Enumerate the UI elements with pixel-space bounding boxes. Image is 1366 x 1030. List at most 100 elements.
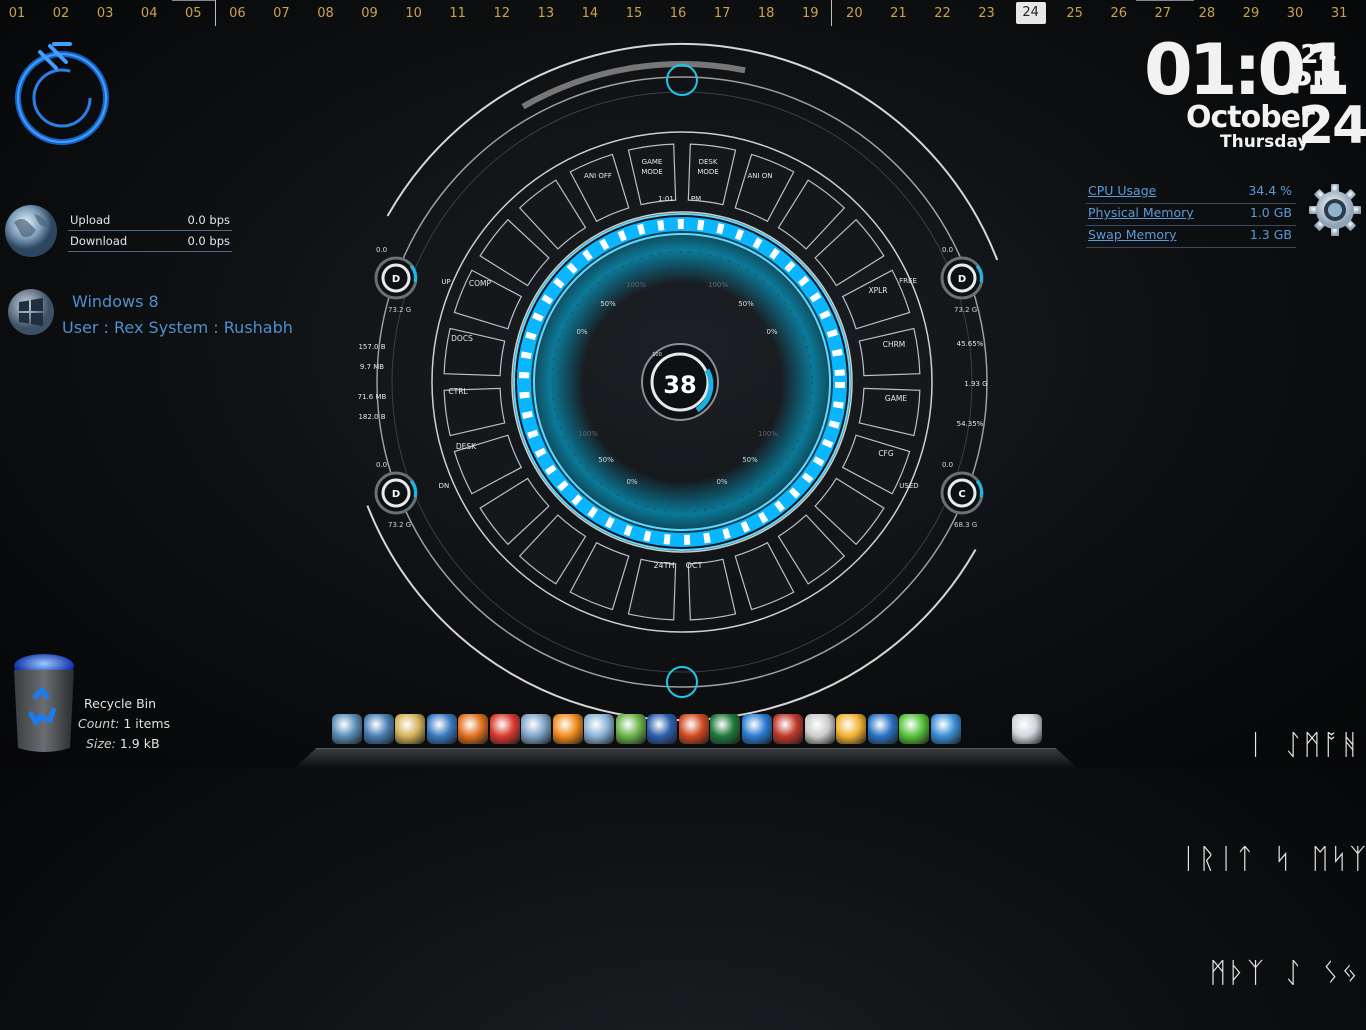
day-02[interactable]: 02 <box>46 6 76 21</box>
settings-icon[interactable] <box>930 714 961 744</box>
day-25[interactable]: 25 <box>1060 6 1090 21</box>
day-09[interactable]: 09 <box>355 6 385 21</box>
day-13[interactable]: 13 <box>531 6 561 21</box>
day-29[interactable]: 29 <box>1236 6 1266 21</box>
day-separator <box>831 0 832 26</box>
download-row: Download 0.0 bps <box>68 231 232 252</box>
day-08[interactable]: 08 <box>310 6 340 21</box>
hud-right-button[interactable]: CHRM <box>883 340 906 349</box>
day-19[interactable]: 19 <box>795 6 825 21</box>
hud-left-button[interactable]: DOCS <box>451 334 473 343</box>
clock-month: October <box>1186 100 1315 135</box>
gear-icon[interactable] <box>1308 183 1362 237</box>
hud-right-button[interactable]: GAME <box>885 394 907 403</box>
day-separator <box>215 0 216 26</box>
hud-segment[interactable] <box>814 477 885 546</box>
day-24[interactable]: 24 <box>1015 2 1046 24</box>
day-23[interactable]: 23 <box>972 6 1002 21</box>
hud-dial-label: 50% <box>738 300 754 308</box>
battery-icon[interactable] <box>899 714 929 744</box>
day-17[interactable]: 17 <box>707 6 737 21</box>
calendar-icon[interactable] <box>867 714 898 744</box>
hud-right-button[interactable]: XPLR <box>868 286 887 295</box>
firefox-icon[interactable] <box>458 714 488 744</box>
day-10[interactable]: 10 <box>399 6 429 21</box>
day-06[interactable]: 06 <box>222 6 252 21</box>
day-03[interactable]: 03 <box>90 6 120 21</box>
media-player-icon[interactable] <box>395 714 425 744</box>
hud-segment[interactable] <box>777 514 846 585</box>
hud-segment[interactable] <box>569 153 630 223</box>
windows-media-icon[interactable] <box>615 714 646 744</box>
vlc-icon[interactable] <box>552 714 583 744</box>
stat-value: 34.4 % <box>1248 183 1292 198</box>
hud-segment[interactable] <box>518 179 587 250</box>
weather-icon[interactable] <box>836 714 866 744</box>
download-label: Download <box>70 234 128 248</box>
hud-left-button[interactable]: CTRL <box>448 387 468 396</box>
day-27[interactable]: 27 <box>1148 6 1178 21</box>
hud-top-button[interactable]: ANI OFF <box>584 172 612 180</box>
network-monitor: Upload 0.0 bps Download 0.0 bps <box>68 210 232 252</box>
word-icon[interactable] <box>647 714 677 744</box>
powerpoint-icon[interactable] <box>678 714 709 744</box>
hud-top-button[interactable]: DESK <box>699 158 718 166</box>
computer-icon[interactable] <box>521 714 551 744</box>
excel-icon[interactable] <box>710 714 740 744</box>
hud-segment[interactable] <box>479 477 550 546</box>
hud-segment[interactable] <box>734 153 795 223</box>
day-22[interactable]: 22 <box>927 6 957 21</box>
day-12[interactable]: 12 <box>487 6 517 21</box>
hud-segment[interactable] <box>734 541 795 611</box>
day-30[interactable]: 30 <box>1280 6 1310 21</box>
day-14[interactable]: 14 <box>575 6 605 21</box>
chrome-icon[interactable] <box>489 714 520 744</box>
day-15[interactable]: 15 <box>619 6 649 21</box>
hud-segment[interactable] <box>777 179 846 250</box>
hud-segment[interactable] <box>479 218 550 287</box>
day-26[interactable]: 26 <box>1104 6 1134 21</box>
hud-segment[interactable] <box>518 514 587 585</box>
hud-right-stat: 54.35% <box>957 420 984 428</box>
day-21[interactable]: 21 <box>883 6 913 21</box>
hud-date-month: OCT <box>686 561 703 570</box>
hud-segment[interactable] <box>814 218 885 287</box>
day-16[interactable]: 16 <box>663 6 693 21</box>
hud-top-button[interactable]: MODE <box>641 168 662 176</box>
image-viewer-icon[interactable] <box>773 714 803 744</box>
day-28[interactable]: 28 <box>1192 6 1222 21</box>
hud-top-button[interactable]: MODE <box>697 168 718 176</box>
globe-icon[interactable] <box>426 714 457 744</box>
day-18[interactable]: 18 <box>751 6 781 21</box>
day-20[interactable]: 20 <box>839 6 869 21</box>
power-icon[interactable] <box>10 40 114 148</box>
network-icon[interactable] <box>332 714 362 744</box>
hud-top-button[interactable]: GAME <box>642 158 663 166</box>
hud-left-button[interactable]: DESK <box>456 442 477 451</box>
day-07[interactable]: 07 <box>266 6 296 21</box>
stat-row: CPU Usage 34.4 % <box>1086 182 1296 204</box>
hud-left-tag: UP <box>441 278 450 286</box>
dropbox-icon[interactable] <box>741 714 772 744</box>
day-31[interactable]: 31 <box>1324 6 1354 21</box>
hud-top-button[interactable]: ANI ON <box>747 172 772 180</box>
day-11[interactable]: 11 <box>443 6 473 21</box>
hud-dial-label: 0% <box>626 478 637 486</box>
recycle-bin-icon[interactable] <box>12 652 76 756</box>
hud-segment[interactable] <box>858 327 921 377</box>
drive-size: 73.2 G <box>954 306 977 314</box>
water-drop-icon[interactable] <box>584 714 614 744</box>
day-04[interactable]: 04 <box>134 6 164 21</box>
day-01[interactable]: 01 <box>2 6 32 21</box>
mail-icon[interactable] <box>1012 714 1042 744</box>
day-05[interactable]: 05 <box>178 6 208 21</box>
hud-left-button[interactable]: COMP <box>469 279 492 288</box>
hud-time-ampm: PM <box>691 195 701 203</box>
hud-right-button[interactable]: CFG <box>878 449 894 458</box>
hud-dial-label: 100% <box>626 281 646 289</box>
hud-center-small: 100 <box>652 352 662 358</box>
slideshow-icon[interactable] <box>363 714 394 744</box>
hud-segment[interactable] <box>569 541 630 611</box>
clock-icon[interactable] <box>804 714 835 744</box>
hud-dial-label: 50% <box>600 300 616 308</box>
